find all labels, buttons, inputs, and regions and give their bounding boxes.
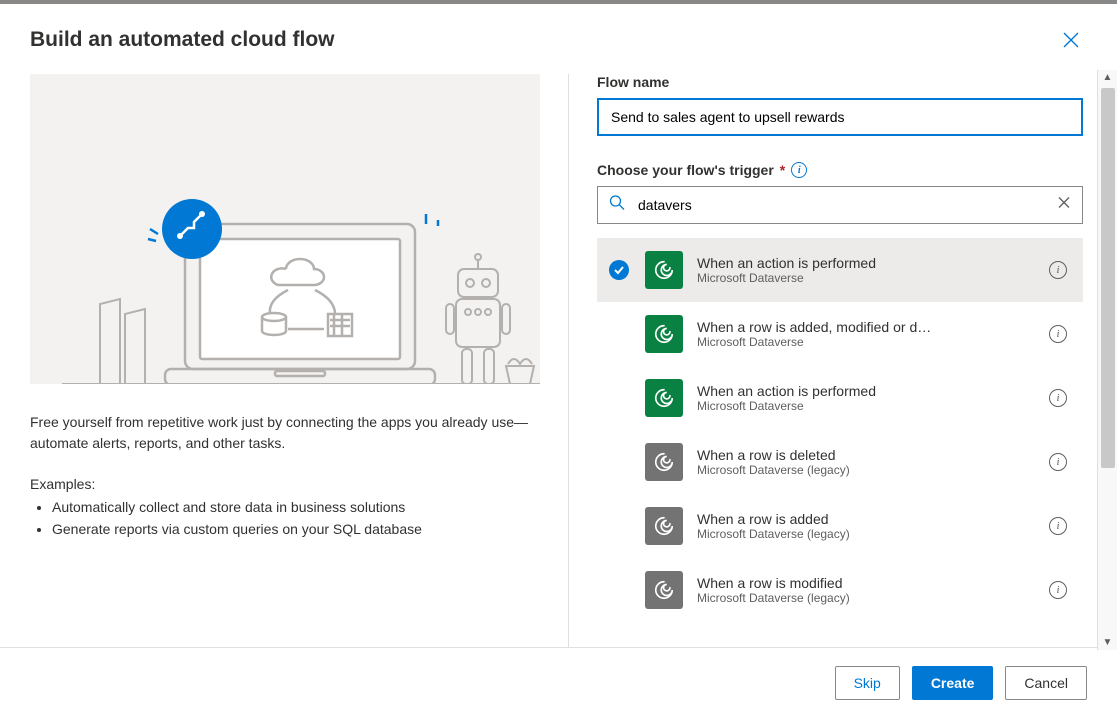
create-button[interactable]: Create — [912, 666, 994, 700]
trigger-list[interactable]: When an action is performedMicrosoft Dat… — [597, 238, 1083, 647]
trigger-title: When an action is performed — [697, 383, 1037, 399]
trigger-subtitle: Microsoft Dataverse — [697, 271, 1037, 285]
trigger-subtitle: Microsoft Dataverse — [697, 335, 1037, 349]
dataverse-icon — [645, 571, 683, 609]
selected-check-icon — [609, 260, 629, 280]
trigger-item[interactable]: When a row is modifiedMicrosoft Datavers… — [597, 558, 1083, 622]
trigger-item[interactable]: When an action is performedMicrosoft Dat… — [597, 366, 1083, 430]
search-icon — [609, 195, 625, 216]
dataverse-icon — [645, 315, 683, 353]
info-icon[interactable]: i — [1049, 389, 1067, 407]
trigger-text: When a row is added, modified or d…Micro… — [697, 319, 1037, 349]
info-icon[interactable]: i — [791, 162, 807, 178]
examples-list: Automatically collect and store data in … — [30, 496, 540, 541]
trigger-search-input[interactable] — [597, 186, 1083, 224]
info-icon[interactable]: i — [1049, 261, 1067, 279]
trigger-subtitle: Microsoft Dataverse — [697, 399, 1037, 413]
trigger-text: When a row is addedMicrosoft Dataverse (… — [697, 511, 1037, 541]
trigger-text: When a row is modifiedMicrosoft Datavers… — [697, 575, 1037, 605]
trigger-item[interactable]: When a row is deletedMicrosoft Dataverse… — [597, 430, 1083, 494]
info-icon[interactable]: i — [1049, 453, 1067, 471]
dataverse-icon — [645, 379, 683, 417]
scrollbar[interactable]: ▲ ▼ — [1097, 70, 1117, 650]
dialog-title: Build an automated cloud flow — [30, 28, 335, 52]
required-asterisk: * — [780, 162, 785, 178]
trigger-subtitle: Microsoft Dataverse (legacy) — [697, 463, 1037, 477]
example-item: Generate reports via custom queries on y… — [52, 518, 540, 540]
info-icon[interactable]: i — [1049, 325, 1067, 343]
trigger-title: When a row is added, modified or d… — [697, 319, 1037, 335]
trigger-text: When a row is deletedMicrosoft Dataverse… — [697, 447, 1037, 477]
scroll-up-icon[interactable]: ▲ — [1101, 70, 1115, 85]
trigger-title: When a row is added — [697, 511, 1037, 527]
dataverse-icon — [645, 443, 683, 481]
trigger-text: When an action is performedMicrosoft Dat… — [697, 383, 1037, 413]
trigger-text: When an action is performedMicrosoft Dat… — [697, 255, 1037, 285]
trigger-item[interactable]: When a row is added, modified or d…Micro… — [597, 302, 1083, 366]
flow-name-input[interactable] — [597, 98, 1083, 136]
close-button[interactable] — [1055, 24, 1087, 56]
dataverse-icon — [645, 251, 683, 289]
flow-name-label: Flow name — [597, 74, 1083, 90]
examples-label: Examples: — [30, 476, 540, 492]
info-icon[interactable]: i — [1049, 581, 1067, 599]
trigger-label: Choose your flow's trigger * i — [597, 162, 1083, 178]
scroll-down-icon[interactable]: ▼ — [1101, 635, 1115, 650]
close-icon — [1062, 31, 1080, 49]
illustration-image — [30, 74, 540, 384]
skip-button[interactable]: Skip — [835, 666, 900, 700]
info-icon[interactable]: i — [1049, 517, 1067, 535]
scrollbar-thumb[interactable] — [1101, 88, 1115, 468]
trigger-item[interactable]: When a row is addedMicrosoft Dataverse (… — [597, 494, 1083, 558]
trigger-subtitle: Microsoft Dataverse (legacy) — [697, 591, 1037, 605]
trigger-subtitle: Microsoft Dataverse (legacy) — [697, 527, 1037, 541]
trigger-title: When an action is performed — [697, 255, 1037, 271]
dataverse-icon — [645, 507, 683, 545]
cancel-button[interactable]: Cancel — [1005, 666, 1087, 700]
trigger-title: When a row is modified — [697, 575, 1037, 591]
vertical-divider — [568, 74, 569, 647]
description-text: Free yourself from repetitive work just … — [30, 412, 540, 454]
trigger-item[interactable]: When an action is performedMicrosoft Dat… — [597, 238, 1083, 302]
example-item: Automatically collect and store data in … — [52, 496, 540, 518]
clear-search-button[interactable] — [1057, 196, 1071, 215]
trigger-title: When a row is deleted — [697, 447, 1037, 463]
